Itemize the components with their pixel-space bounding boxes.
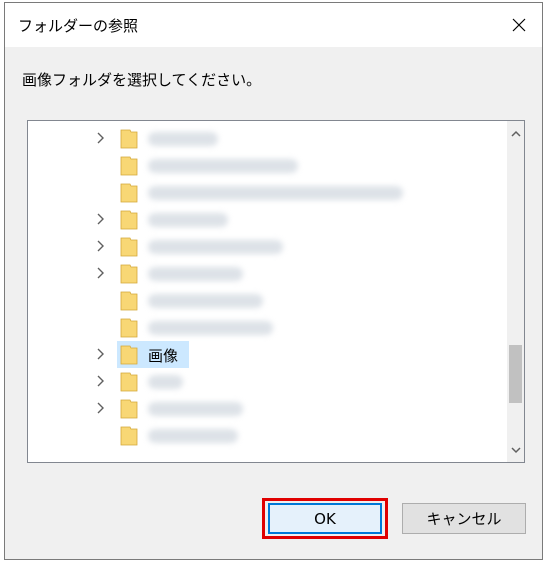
folder-icon bbox=[120, 399, 138, 419]
chevron-right-icon[interactable] bbox=[94, 402, 106, 414]
close-button[interactable] bbox=[496, 3, 542, 47]
blurred-folder-name bbox=[148, 267, 243, 281]
tree-item[interactable] bbox=[28, 287, 493, 314]
folder-icon bbox=[120, 237, 138, 257]
cancel-button[interactable]: キャンセル bbox=[402, 503, 526, 534]
close-icon bbox=[512, 18, 526, 32]
folder-icon bbox=[120, 183, 138, 203]
tree-item[interactable] bbox=[28, 395, 493, 422]
chevron-right-icon[interactable] bbox=[94, 132, 106, 144]
folder-icon bbox=[120, 345, 138, 365]
scroll-down-button[interactable] bbox=[507, 441, 524, 458]
blurred-folder-name bbox=[148, 402, 243, 416]
blurred-folder-name bbox=[148, 132, 218, 146]
chevron-down-icon bbox=[510, 446, 521, 453]
blurred-folder-name bbox=[148, 321, 273, 335]
blurred-folder-name bbox=[148, 240, 283, 254]
instruction-text: 画像フォルダを選択してください。 bbox=[22, 71, 262, 89]
blurred-folder-name bbox=[148, 375, 183, 389]
folder-icon bbox=[120, 129, 138, 149]
tree-item[interactable] bbox=[28, 314, 493, 341]
scroll-thumb[interactable] bbox=[509, 345, 522, 403]
folder-icon bbox=[120, 156, 138, 176]
blurred-folder-name bbox=[148, 429, 238, 443]
blurred-folder-name bbox=[148, 294, 263, 308]
scroll-up-button[interactable] bbox=[507, 125, 524, 142]
folder-icon bbox=[120, 264, 138, 284]
vertical-scrollbar[interactable] bbox=[507, 121, 524, 462]
dialog-title: フォルダーの参照 bbox=[18, 17, 139, 35]
folder-icon bbox=[120, 426, 138, 446]
blurred-folder-name bbox=[148, 213, 228, 227]
chevron-right-icon[interactable] bbox=[94, 267, 106, 279]
folder-tree[interactable]: 画像 bbox=[27, 120, 525, 463]
ok-button[interactable]: OK bbox=[268, 503, 382, 534]
tree-item[interactable] bbox=[28, 422, 493, 449]
chevron-right-icon[interactable] bbox=[94, 240, 106, 252]
tree-item[interactable] bbox=[28, 206, 493, 233]
tree-item[interactable] bbox=[28, 125, 493, 152]
title-bar: フォルダーの参照 bbox=[5, 3, 542, 47]
tree-item[interactable] bbox=[28, 233, 493, 260]
tree-item[interactable] bbox=[28, 368, 493, 395]
tree-item[interactable] bbox=[28, 179, 493, 206]
blurred-folder-name bbox=[148, 159, 298, 173]
chevron-right-icon[interactable] bbox=[94, 375, 106, 387]
chevron-up-icon bbox=[510, 130, 521, 137]
blurred-folder-name bbox=[148, 186, 403, 200]
tree-item-label: 画像 bbox=[148, 347, 179, 365]
tree-item-selected[interactable]: 画像 bbox=[28, 341, 493, 368]
folder-browse-dialog: フォルダーの参照 画像フォルダを選択してください。 画像 OK キャンセル bbox=[4, 2, 543, 560]
chevron-right-icon[interactable] bbox=[94, 213, 106, 225]
chevron-right-icon[interactable] bbox=[94, 348, 106, 360]
folder-icon bbox=[120, 210, 138, 230]
folder-icon bbox=[120, 291, 138, 311]
tree-item[interactable] bbox=[28, 152, 493, 179]
folder-icon bbox=[120, 318, 138, 338]
folder-icon bbox=[120, 372, 138, 392]
tree-item[interactable] bbox=[28, 260, 493, 287]
